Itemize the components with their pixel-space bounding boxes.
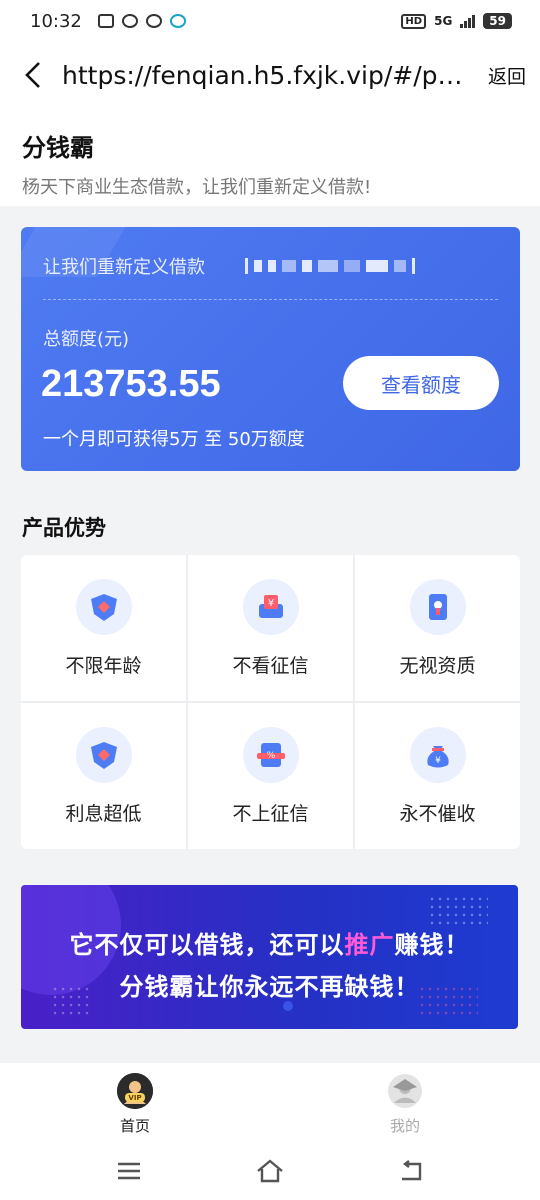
total-limit-amount: 213753.55 bbox=[41, 363, 221, 405]
page-header: 分钱霸 杨天下商业生态借款，让我们重新定义借款! bbox=[0, 108, 540, 206]
feature-label: 利息超低 bbox=[65, 803, 142, 825]
advantages-grid: 不限年龄 ¥ 不看征信 无视资质 利息超低 % 不上征信 ¥ 永不催收 bbox=[21, 555, 520, 849]
profile-icon bbox=[387, 1073, 423, 1109]
svg-text:¥: ¥ bbox=[435, 756, 441, 766]
tab-label: 我的 bbox=[389, 1117, 420, 1135]
system-nav-bar bbox=[0, 1145, 540, 1200]
limit-note: 一个月即可获得5万 至 50万额度 bbox=[43, 429, 305, 450]
banner-highlight: 推广 bbox=[344, 931, 395, 959]
tab-label: 首页 bbox=[119, 1117, 150, 1135]
notification-icons bbox=[97, 14, 186, 28]
svg-text:%: % bbox=[266, 751, 275, 761]
masked-info bbox=[245, 258, 415, 274]
feature-item: ¥ 永不催收 bbox=[355, 703, 520, 849]
feature-item: 不限年龄 bbox=[21, 555, 186, 701]
money-bag-icon: ¥ bbox=[409, 727, 466, 783]
promo-banner[interactable]: 它不仅可以借钱，还可以推广赚钱！ 分钱霸让你永远不再缺钱！ bbox=[21, 885, 518, 1029]
sim-icon bbox=[97, 14, 114, 28]
page-title: 分钱霸 bbox=[22, 134, 94, 162]
banner-line-2: 分钱霸让你永远不再缺钱！ bbox=[119, 973, 420, 1001]
svg-text:VIP: VIP bbox=[128, 1094, 141, 1102]
status-right: HD 5G 59 bbox=[401, 13, 512, 29]
page-subtitle: 杨天下商业生态借款，让我们重新定义借款! bbox=[22, 177, 372, 198]
signal-icon bbox=[460, 14, 476, 28]
status-bar: 10:32 HD 5G 59 bbox=[0, 0, 540, 42]
advantages-title: 产品优势 bbox=[22, 516, 106, 540]
feature-item: ¥ 不看征信 bbox=[188, 555, 353, 701]
home-icon[interactable] bbox=[255, 1158, 285, 1187]
hd-icon: HD bbox=[401, 13, 427, 29]
view-limit-button[interactable]: 查看额度 bbox=[343, 356, 499, 410]
back-arrow-icon[interactable] bbox=[18, 60, 48, 90]
tab-mine[interactable]: 我的 bbox=[270, 1063, 540, 1145]
feature-label: 不限年龄 bbox=[65, 655, 142, 677]
url-text[interactable]: https://fenqian.h5.fxjk.vip/#/pag… bbox=[62, 61, 476, 90]
network-label: 5G bbox=[434, 14, 453, 28]
total-limit-label: 总额度(元) bbox=[43, 329, 130, 350]
feature-item: 利息超低 bbox=[21, 703, 186, 849]
feature-label: 无视资质 bbox=[399, 655, 476, 677]
feature-item: % 不上征信 bbox=[188, 703, 353, 849]
status-time: 10:32 bbox=[30, 10, 82, 32]
browser-nav-bar: https://fenqian.h5.fxjk.vip/#/pag… 返回 bbox=[0, 42, 540, 108]
back-icon[interactable] bbox=[398, 1159, 424, 1186]
feature-item: 无视资质 bbox=[355, 555, 520, 701]
svg-text:¥: ¥ bbox=[267, 598, 273, 609]
shield-icon bbox=[75, 579, 132, 635]
shield-icon bbox=[75, 727, 132, 783]
bottom-tab-bar: VIP 首页 我的 bbox=[0, 1063, 540, 1145]
feature-label: 永不催收 bbox=[399, 803, 476, 825]
wechat-icon bbox=[121, 14, 138, 28]
card-slogan: 让我们重新定义借款 bbox=[43, 257, 205, 278]
banner-line-1: 它不仅可以借钱，还可以推广赚钱！ bbox=[69, 931, 470, 959]
document-icon bbox=[409, 579, 466, 635]
yuan-card-icon: ¥ bbox=[242, 579, 299, 635]
sync-icon bbox=[145, 14, 162, 28]
feature-label: 不上征信 bbox=[232, 803, 309, 825]
vip-avatar-icon: VIP bbox=[117, 1073, 153, 1109]
credit-limit-card: 让我们重新定义借款 总额度(元) 213753.55 查看额度 一个月即可获得5… bbox=[21, 227, 520, 471]
app-icon bbox=[169, 14, 186, 28]
card-divider bbox=[43, 299, 498, 300]
tab-home[interactable]: VIP 首页 bbox=[0, 1063, 270, 1145]
return-button[interactable]: 返回 bbox=[488, 62, 526, 89]
menu-icon[interactable] bbox=[116, 1161, 142, 1185]
battery-icon: 59 bbox=[483, 13, 512, 29]
feature-label: 不看征信 bbox=[232, 655, 309, 677]
percent-icon: % bbox=[242, 727, 299, 783]
